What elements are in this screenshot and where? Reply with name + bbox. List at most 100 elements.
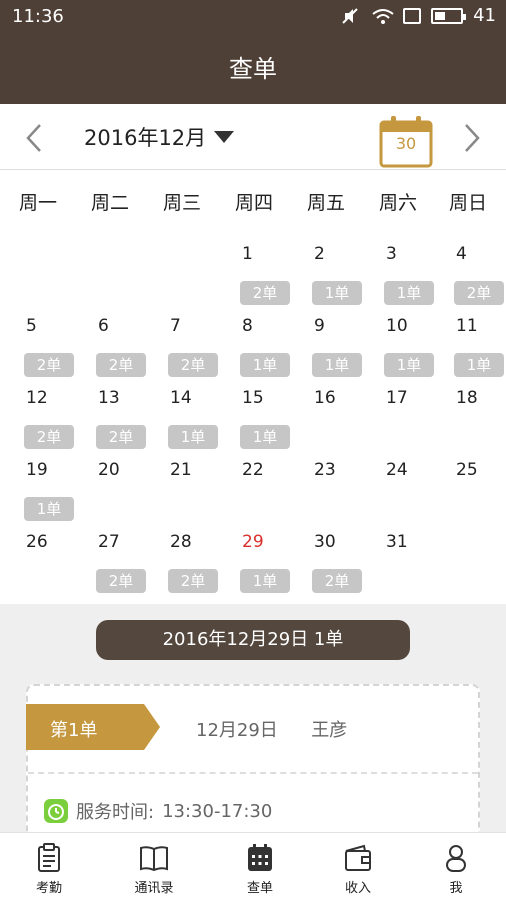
day-number: 4: [456, 244, 467, 264]
service-label: 服务时间:: [76, 802, 155, 823]
day-number: 13: [98, 388, 120, 408]
calendar-day[interactable]: 10 1单: [368, 308, 440, 380]
calendar-day[interactable]: 4 2单: [438, 236, 506, 308]
weekday-label: 周四: [234, 192, 273, 214]
calendar-day[interactable]: 17: [368, 380, 440, 452]
tab-4[interactable]: 我: [416, 843, 496, 896]
day-number: 26: [26, 532, 48, 552]
bottom-tab-bar: 考勤 通讯录 查单 收入 我: [0, 832, 506, 900]
calendar-day[interactable]: 9 1单: [296, 308, 368, 380]
day-number: 12: [26, 388, 48, 408]
status-time: 11:36: [12, 6, 64, 27]
calendar-day[interactable]: 6 2单: [80, 308, 152, 380]
battery-percent: 41: [473, 5, 496, 26]
order-card[interactable]: 第1单 12月29日 王彦 服务时间: 13:30-17:30: [26, 684, 480, 844]
order-count-badge: 2单: [96, 569, 146, 593]
day-number: 23: [314, 460, 336, 480]
calendar-grid: 1 2单 2 1单 3 1单 4 2单 5 2单 6 2单 7 2单 8 1单 9 1单 10 1单 11 1单 12 2单 1…: [0, 236, 506, 606]
person-icon: [416, 843, 496, 873]
wallet-icon: [318, 843, 398, 873]
calendar-day[interactable]: 21: [152, 452, 224, 524]
order-count-badge: 1单: [24, 497, 74, 521]
clipboard-icon: [9, 843, 89, 873]
calendar-grid-icon: [220, 843, 300, 873]
order-count-badge: 2单: [24, 425, 74, 449]
tab-label: 查单: [246, 881, 273, 896]
day-number: 11: [456, 316, 478, 336]
day-number: 31: [386, 532, 408, 552]
day-number: 14: [170, 388, 192, 408]
tab-1[interactable]: 通讯录: [114, 843, 194, 896]
tab-label: 通讯录: [134, 881, 174, 896]
prev-month-button[interactable]: [20, 122, 50, 154]
order-count-badge: 1单: [240, 425, 290, 449]
order-count-badge: 1单: [312, 353, 362, 377]
calendar-day[interactable]: 2 1单: [296, 236, 368, 308]
calendar-day[interactable]: 27 2单: [80, 524, 152, 596]
day-number: 9: [314, 316, 325, 336]
order-count-badge: 2单: [24, 353, 74, 377]
status-bar: 11:36 41: [0, 0, 506, 34]
calendar-day[interactable]: 19 1单: [8, 452, 80, 524]
order-count-badge: 1单: [384, 353, 434, 377]
day-number: 15: [242, 388, 264, 408]
calendar-day[interactable]: 20: [80, 452, 152, 524]
day-number: 27: [98, 532, 120, 552]
calendar-day[interactable]: 23: [296, 452, 368, 524]
day-number: 8: [242, 316, 253, 336]
calendar-day[interactable]: 3 1单: [368, 236, 440, 308]
tab-0[interactable]: 考勤: [9, 843, 89, 896]
calendar-today-button[interactable]: 30: [378, 114, 434, 168]
order-count-badge: 2单: [454, 281, 504, 305]
order-number: 第1单: [50, 720, 98, 741]
day-number: 19: [26, 460, 48, 480]
day-number: 21: [170, 460, 192, 480]
calendar-day[interactable]: 26: [8, 524, 80, 596]
calendar-day[interactable]: 12 2单: [8, 380, 80, 452]
month-selector[interactable]: 2016年12月: [84, 122, 235, 152]
caret-down-icon: [214, 131, 235, 143]
service-time-row: 服务时间: 13:30-17:30: [44, 798, 272, 824]
calendar-day[interactable]: 7 2单: [152, 308, 224, 380]
calendar-day[interactable]: 8 1单: [224, 308, 296, 380]
day-number: 6: [98, 316, 109, 336]
day-number: 24: [386, 460, 408, 480]
weekday-header: 周一 周二 周三 周四 周五 周六 周日: [0, 188, 506, 224]
day-number: 2: [314, 244, 325, 264]
tab-label: 考勤: [35, 881, 62, 896]
calendar-day[interactable]: 28 2单: [152, 524, 224, 596]
service-time: 13:30-17:30: [162, 800, 273, 822]
order-count-badge: 1单: [168, 425, 218, 449]
title-bar: 查单: [0, 34, 506, 104]
day-number: 16: [314, 388, 336, 408]
calendar-day[interactable]: 14 1单: [152, 380, 224, 452]
calendar-day[interactable]: 13 2单: [80, 380, 152, 452]
tab-3[interactable]: 收入: [318, 843, 398, 896]
month-nav: 2016年12月 30: [0, 104, 506, 170]
calendar-day[interactable]: 11 1单: [438, 308, 506, 380]
calendar-day[interactable]: 25: [438, 452, 506, 524]
calendar-day[interactable]: 18: [438, 380, 506, 452]
calendar-day[interactable]: 31: [368, 524, 440, 596]
order-count-badge: 2单: [168, 353, 218, 377]
day-number: 18: [456, 388, 478, 408]
tab-label: 我: [449, 881, 463, 896]
order-count-badge: 2单: [96, 353, 146, 377]
calendar-day[interactable]: 22: [224, 452, 296, 524]
order-date: 12月29日: [196, 720, 278, 741]
calendar-day[interactable]: 29 1单: [224, 524, 296, 596]
calendar-day[interactable]: 16: [296, 380, 368, 452]
customer-name: 王彦: [311, 720, 348, 741]
battery-fill: [435, 11, 446, 20]
calendar-day[interactable]: 1 2单: [224, 236, 296, 308]
weekday-label: 周五: [306, 192, 345, 214]
calendar-day[interactable]: 15 1单: [224, 380, 296, 452]
order-count-badge: 1单: [454, 353, 504, 377]
next-month-button[interactable]: [456, 122, 486, 154]
book-icon: [114, 843, 194, 873]
tab-2[interactable]: 查单: [220, 843, 300, 896]
calendar-day[interactable]: 30 2单: [296, 524, 368, 596]
calendar-day[interactable]: 24: [368, 452, 440, 524]
day-number: 1: [242, 244, 253, 264]
calendar-day[interactable]: 5 2单: [8, 308, 80, 380]
